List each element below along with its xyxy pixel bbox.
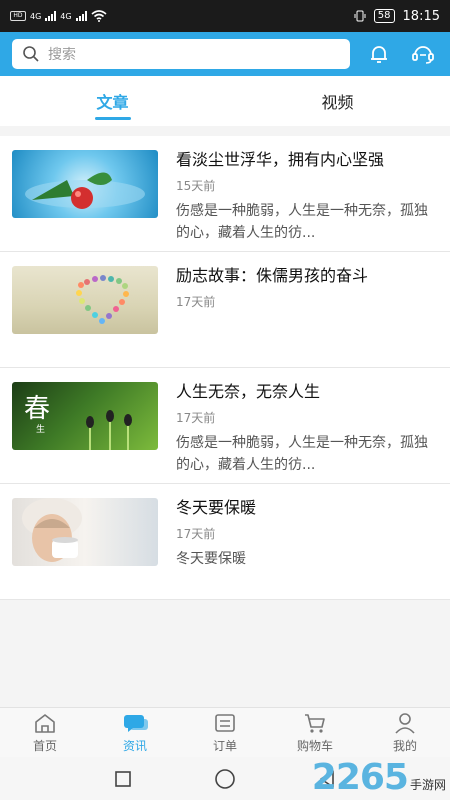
list-item[interactable]: 春 生 人生无奈，无奈人生 17天前 伤感是一种脆弱，人生是一种无奈，孤独的心，… bbox=[0, 368, 450, 484]
triangle-back-icon bbox=[320, 769, 334, 788]
wifi-icon bbox=[91, 10, 107, 22]
nav-orders[interactable]: 订单 bbox=[180, 708, 270, 757]
nav-news-label: 资讯 bbox=[122, 738, 147, 753]
search-icon bbox=[23, 46, 39, 62]
article-thumbnail bbox=[12, 498, 158, 566]
vibrate-icon bbox=[354, 10, 366, 22]
signal-icon bbox=[75, 11, 87, 21]
nav-news[interactable]: 资讯 bbox=[90, 708, 180, 757]
list-item[interactable]: 冬天要保暖 17天前 冬天要保暖 bbox=[0, 484, 450, 600]
article-summary bbox=[176, 316, 438, 360]
content-tabs: 文章 视频 bbox=[0, 76, 450, 126]
system-navigation-bar bbox=[0, 757, 450, 800]
network-indicators: HD 4G 4G bbox=[10, 10, 107, 22]
network-type-2: 4G bbox=[60, 11, 72, 21]
article-title: 看淡尘世浮华，拥有内心坚强 bbox=[176, 150, 385, 169]
article-thumbnail bbox=[12, 150, 158, 218]
home-button[interactable] bbox=[214, 768, 236, 790]
circle-icon bbox=[215, 768, 235, 789]
nav-home-label: 首页 bbox=[32, 738, 57, 753]
nav-cart[interactable]: 购物车 bbox=[270, 708, 360, 757]
battery-level: 58 bbox=[373, 9, 395, 23]
chat-icon bbox=[124, 714, 148, 732]
article-date: 15天前 bbox=[176, 179, 216, 193]
article-title: 人生无奈，无奈人生 bbox=[176, 382, 321, 401]
article-title: 冬天要保暖 bbox=[176, 498, 257, 517]
article-summary: 伤感是一种脆弱，人生是一种无奈，孤独的心，藏着人生的彷... bbox=[176, 203, 428, 241]
list-item[interactable]: 励志故事：侏儒男孩的奋斗 17天前 bbox=[0, 252, 450, 368]
article-list: 看淡尘世浮华，拥有内心坚强 15天前 伤感是一种脆弱，人生是一种无奈，孤独的心，… bbox=[0, 136, 450, 600]
list-item[interactable]: 看淡尘世浮华，拥有内心坚强 15天前 伤感是一种脆弱，人生是一种无奈，孤独的心，… bbox=[0, 136, 450, 252]
article-thumbnail: 春 生 bbox=[12, 382, 158, 450]
nav-cart-label: 购物车 bbox=[296, 738, 333, 753]
customer-service-button[interactable] bbox=[408, 39, 438, 69]
network-type-1: 4G bbox=[30, 11, 42, 21]
bell-icon bbox=[371, 46, 388, 63]
search-placeholder: 搜索 bbox=[48, 47, 76, 63]
article-date: 17天前 bbox=[176, 411, 216, 425]
tab-videos[interactable]: 视频 bbox=[225, 76, 450, 126]
recent-apps-button[interactable] bbox=[112, 768, 134, 790]
article-summary: 伤感是一种脆弱，人生是一种无奈，孤独的心，藏着人生的彷... bbox=[176, 435, 428, 473]
article-date: 17天前 bbox=[176, 527, 216, 541]
article-date: 17天前 bbox=[176, 295, 216, 309]
article-thumbnail bbox=[12, 266, 158, 334]
nav-orders-label: 订单 bbox=[212, 738, 237, 753]
order-icon bbox=[215, 713, 235, 732]
back-button[interactable] bbox=[316, 768, 338, 790]
hd-badge: HD bbox=[10, 11, 26, 21]
bottom-tab-bar: 首页 资讯 订单 购物车 我的 bbox=[0, 707, 450, 757]
search-input[interactable]: 搜索 bbox=[12, 39, 351, 69]
top-header: 搜索 bbox=[0, 32, 450, 76]
signal-icon bbox=[45, 11, 57, 21]
notification-button[interactable] bbox=[364, 39, 394, 69]
nav-profile-label: 我的 bbox=[392, 738, 417, 753]
nav-home[interactable]: 首页 bbox=[0, 708, 90, 757]
headset-icon bbox=[412, 46, 434, 64]
nav-profile[interactable]: 我的 bbox=[360, 708, 450, 757]
clock: 18:15 bbox=[402, 8, 440, 24]
square-icon bbox=[115, 770, 131, 787]
tab-articles[interactable]: 文章 bbox=[0, 76, 225, 126]
status-bar: HD 4G 4G 58 18:15 bbox=[0, 0, 450, 32]
article-summary: 冬天要保暖 bbox=[176, 551, 246, 567]
cart-icon bbox=[305, 713, 325, 733]
user-icon bbox=[395, 712, 415, 734]
article-title: 励志故事：侏儒男孩的奋斗 bbox=[176, 266, 369, 285]
home-icon bbox=[35, 713, 55, 733]
